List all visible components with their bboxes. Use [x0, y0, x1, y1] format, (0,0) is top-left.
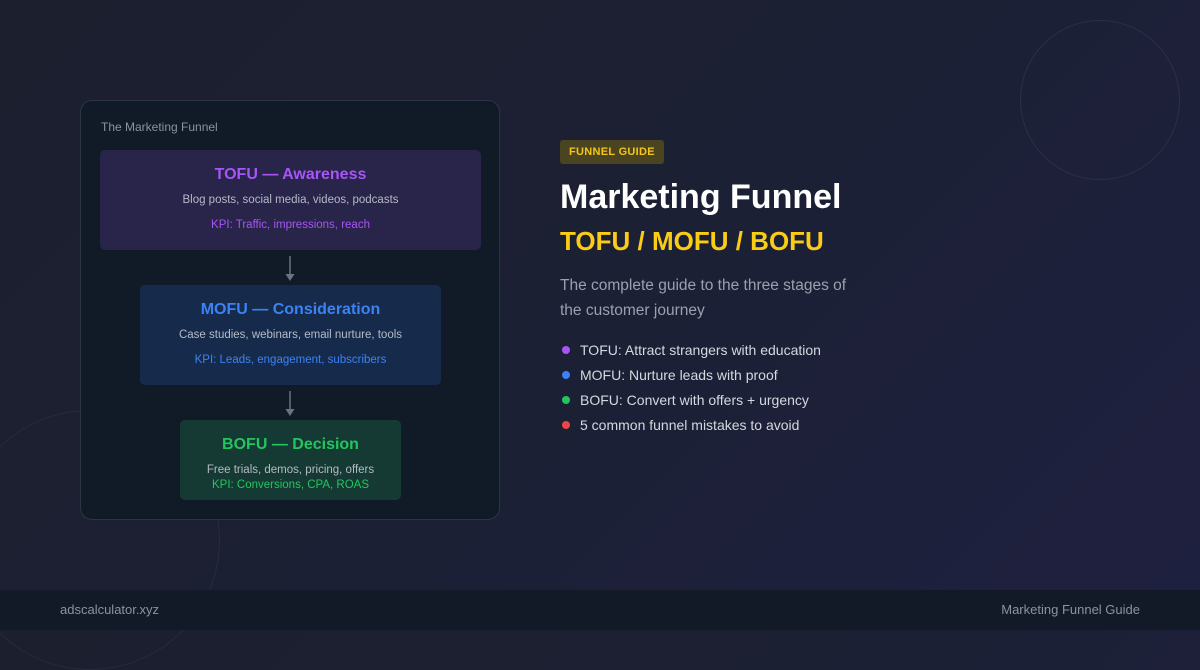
list-item-text: BOFU: Convert with offers + urgency — [580, 392, 809, 408]
footer-label: Marketing Funnel Guide — [1001, 602, 1140, 617]
stage-kpi: KPI: Traffic, impressions, reach — [211, 219, 370, 231]
page-title: Marketing Funnel — [560, 178, 842, 216]
list-item: BOFU: Convert with offers + urgency — [560, 390, 821, 415]
bullet-dot-icon — [562, 371, 570, 379]
list-item-text: MOFU: Nurture leads with proof — [580, 367, 778, 383]
stage-name: MOFU — Consideration — [200, 301, 381, 318]
down-arrow-icon — [285, 391, 295, 416]
stage-kpi: KPI: Leads, engagement, subscribers — [194, 354, 387, 366]
category-badge: FUNNEL GUIDE — [560, 140, 664, 164]
footer: adscalculator.xyz Marketing Funnel Guide — [0, 590, 1200, 630]
stage-name: TOFU — Awareness — [214, 166, 367, 183]
list-item-text: 5 common funnel mistakes to avoid — [580, 417, 800, 433]
page-subtitle: TOFU / MOFU / BOFU — [560, 226, 824, 256]
footer-site-url: adscalculator.xyz — [60, 602, 159, 617]
stage-description: Case studies, webinars, email nurture, t… — [178, 329, 403, 341]
stage-kpi: KPI: Conversions, CPA, ROAS — [211, 479, 369, 491]
stage-name: BOFU — Decision — [222, 436, 359, 453]
page-description: The complete guide to the three stages o… — [560, 277, 847, 319]
bullet-dot-icon — [562, 346, 570, 354]
down-arrow-icon — [285, 256, 295, 281]
funnel-stage-bofu: BOFU — Decision Free trials, demos, pric… — [180, 420, 401, 500]
funnel-title: The Marketing Funnel — [101, 120, 218, 134]
stage-description: Blog posts, social media, videos, podcas… — [182, 194, 399, 206]
list-item-text: TOFU: Attract strangers with education — [580, 342, 821, 358]
list-item: MOFU: Nurture leads with proof — [560, 365, 821, 390]
funnel-diagram-card: The Marketing Funnel TOFU — Awareness Bl… — [80, 100, 500, 520]
list-item: 5 common funnel mistakes to avoid — [560, 415, 821, 440]
funnel-stage-mofu: MOFU — Consideration Case studies, webin… — [140, 285, 441, 385]
bullet-dot-icon — [562, 421, 570, 429]
decorative-circle-top — [1020, 20, 1180, 180]
feature-list: TOFU: Attract strangers with education M… — [560, 340, 821, 440]
funnel-stage-tofu: TOFU — Awareness Blog posts, social medi… — [100, 150, 481, 250]
bullet-dot-icon — [562, 396, 570, 404]
list-item: TOFU: Attract strangers with education — [560, 340, 821, 365]
stage-description: Free trials, demos, pricing, offers — [206, 464, 375, 476]
